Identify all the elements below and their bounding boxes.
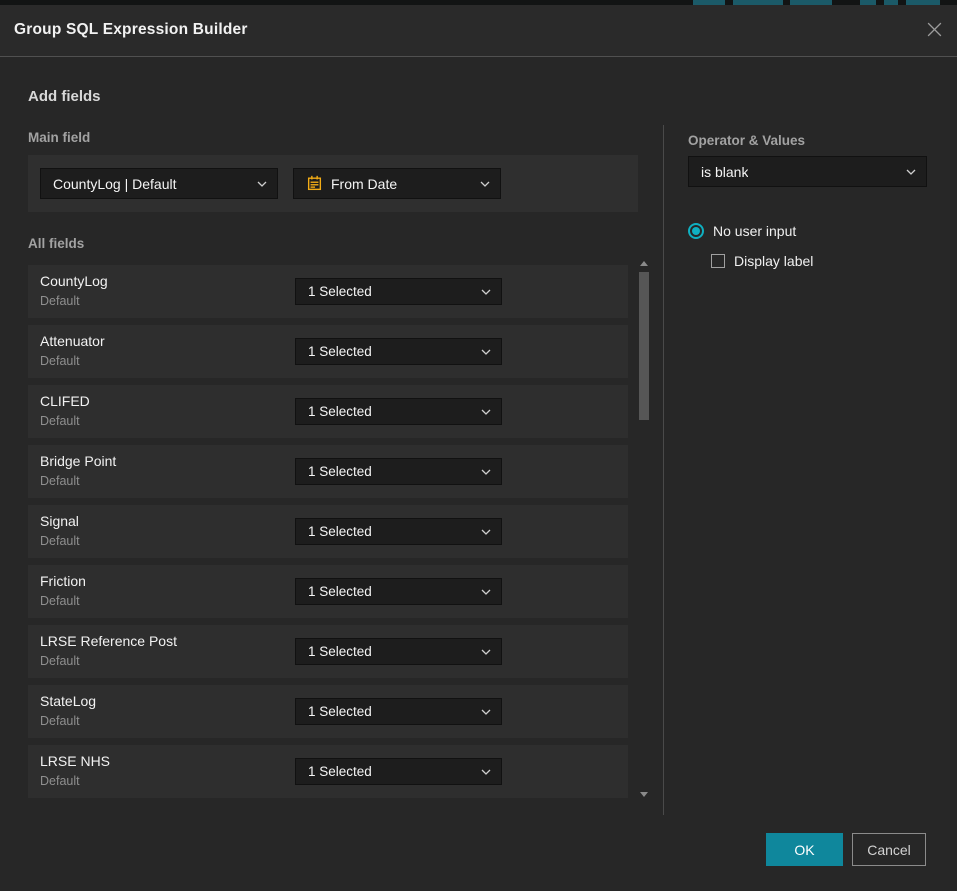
field-subtitle: Default — [40, 354, 80, 368]
field-subtitle: Default — [40, 774, 80, 788]
display-label-text: Display label — [734, 253, 813, 269]
field-name: Signal — [40, 513, 79, 529]
dialog-title: Group SQL Expression Builder — [14, 21, 248, 39]
chevron-down-icon — [481, 769, 491, 775]
dialog-header: Group SQL Expression Builder — [0, 5, 957, 57]
scroll-up-icon[interactable] — [640, 261, 648, 266]
field-subtitle: Default — [40, 294, 80, 308]
main-field-section: CountyLog | Default From Date — [28, 155, 638, 212]
no-user-input-label: No user input — [713, 223, 796, 239]
chevron-down-icon — [481, 349, 491, 355]
field-selection-dropdown[interactable]: 1 Selected — [295, 698, 502, 725]
panel-divider — [663, 125, 664, 815]
field-row: Attenuator Default 1 Selected — [28, 325, 628, 378]
field-name: Attenuator — [40, 333, 105, 349]
main-field-date-dropdown[interactable]: From Date — [293, 168, 501, 199]
chevron-down-icon — [480, 181, 490, 187]
operator-dropdown[interactable]: is blank — [688, 156, 927, 187]
calendar-icon — [306, 175, 323, 192]
all-fields-scrollbar[interactable] — [637, 258, 651, 800]
field-selection-dropdown[interactable]: 1 Selected — [295, 578, 502, 605]
ok-button[interactable]: OK — [766, 833, 843, 866]
all-fields-label: All fields — [28, 236, 84, 251]
field-selection-dropdown[interactable]: 1 Selected — [295, 398, 502, 425]
field-name: LRSE Reference Post — [40, 633, 177, 649]
chevron-down-icon — [481, 589, 491, 595]
field-subtitle: Default — [40, 414, 80, 428]
scroll-down-icon[interactable] — [640, 792, 648, 797]
field-selection-dropdown[interactable]: 1 Selected — [295, 278, 502, 305]
close-icon — [926, 21, 943, 41]
field-row: Signal Default 1 Selected — [28, 505, 628, 558]
field-subtitle: Default — [40, 534, 80, 548]
field-row: StateLog Default 1 Selected — [28, 685, 628, 738]
chevron-down-icon — [481, 409, 491, 415]
operator-dropdown-value: is blank — [701, 164, 748, 180]
display-label-checkbox[interactable]: Display label — [711, 253, 813, 269]
field-row: LRSE Reference Post Default 1 Selected — [28, 625, 628, 678]
field-row: CountyLog Default 1 Selected — [28, 265, 628, 318]
radio-selected-icon — [688, 223, 704, 239]
field-selection-dropdown[interactable]: 1 Selected — [295, 458, 502, 485]
field-subtitle: Default — [40, 714, 80, 728]
checkbox-unchecked-icon — [711, 254, 725, 268]
chevron-down-icon — [481, 289, 491, 295]
layer-dropdown-value: CountyLog | Default — [53, 176, 177, 192]
chevron-down-icon — [906, 169, 916, 175]
field-row: Friction Default 1 Selected — [28, 565, 628, 618]
cancel-button[interactable]: Cancel — [852, 833, 926, 866]
field-row: CLIFED Default 1 Selected — [28, 385, 628, 438]
no-user-input-radio[interactable]: No user input — [688, 223, 796, 239]
field-name: Friction — [40, 573, 86, 589]
field-name: LRSE NHS — [40, 753, 110, 769]
chevron-down-icon — [481, 649, 491, 655]
chevron-down-icon — [257, 181, 267, 187]
group-sql-expression-builder-dialog: Group SQL Expression Builder Add fields … — [0, 5, 957, 891]
add-fields-heading: Add fields — [28, 88, 101, 105]
field-subtitle: Default — [40, 474, 80, 488]
operator-values-label: Operator & Values — [688, 133, 805, 148]
date-dropdown-value: From Date — [331, 176, 397, 192]
field-selection-dropdown[interactable]: 1 Selected — [295, 638, 502, 665]
all-fields-list: CountyLog Default 1 Selected Attenuator … — [28, 265, 628, 798]
field-selection-dropdown[interactable]: 1 Selected — [295, 758, 502, 785]
field-name: StateLog — [40, 693, 96, 709]
chevron-down-icon — [481, 709, 491, 715]
scrollbar-thumb[interactable] — [639, 272, 649, 420]
chevron-down-icon — [481, 529, 491, 535]
field-name: CountyLog — [40, 273, 108, 289]
chevron-down-icon — [481, 469, 491, 475]
field-subtitle: Default — [40, 654, 80, 668]
field-row: LRSE NHS Default 1 Selected — [28, 745, 628, 798]
field-selection-dropdown[interactable]: 1 Selected — [295, 338, 502, 365]
close-button[interactable] — [924, 21, 944, 41]
main-field-label: Main field — [28, 130, 90, 145]
field-subtitle: Default — [40, 594, 80, 608]
field-name: Bridge Point — [40, 453, 116, 469]
main-field-layer-dropdown[interactable]: CountyLog | Default — [40, 168, 278, 199]
field-selection-dropdown[interactable]: 1 Selected — [295, 518, 502, 545]
field-name: CLIFED — [40, 393, 90, 409]
field-row: Bridge Point Default 1 Selected — [28, 445, 628, 498]
